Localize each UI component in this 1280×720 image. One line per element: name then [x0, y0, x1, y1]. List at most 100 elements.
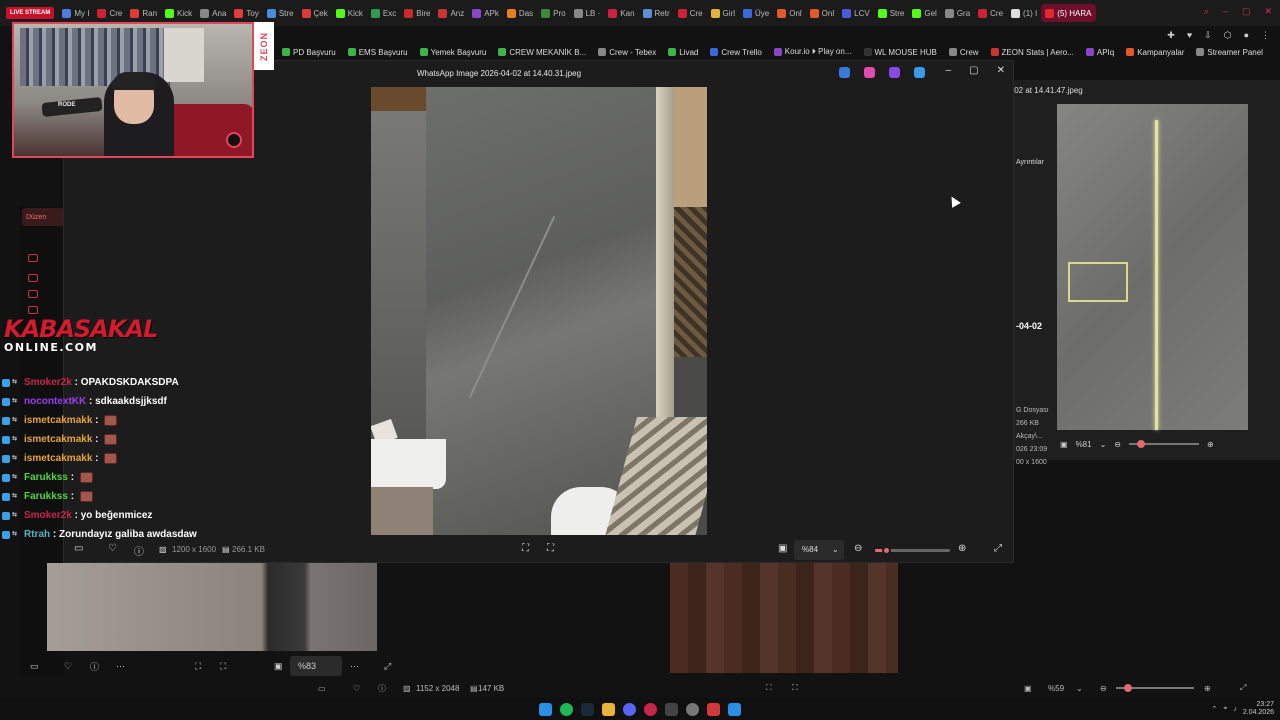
bookmark-item[interactable]: EMS Başvuru — [347, 48, 408, 57]
chat-username[interactable]: Smoker2k — [24, 510, 72, 521]
more-icon[interactable]: ⋯ — [116, 661, 125, 672]
browser-tab[interactable]: Stre — [874, 0, 909, 26]
browser-tab[interactable]: Retr — [639, 0, 674, 26]
browser-tab[interactable]: Onl — [806, 0, 838, 26]
zoom-in-icon[interactable]: ⊕ — [1204, 684, 1211, 693]
menu-icon[interactable]: ⋮ — [1261, 30, 1270, 41]
bookmark-item[interactable]: Livad — [668, 48, 698, 57]
panel-icon[interactable] — [28, 290, 38, 298]
steam-icon[interactable] — [581, 702, 594, 716]
discord-icon[interactable] — [623, 702, 636, 716]
select-icon[interactable]: ⛶ — [220, 661, 226, 672]
app-icon[interactable] — [686, 702, 699, 716]
chat-username[interactable]: Smoker2k — [24, 377, 72, 388]
profile-icon[interactable]: ● — [1244, 30, 1249, 40]
filmstrip-icon[interactable]: ▭ — [318, 684, 326, 693]
chevron-down-icon[interactable]: ⌄ — [832, 545, 839, 554]
bookmark-item[interactable]: Crew - Tebex — [598, 48, 656, 57]
zoom-in-icon[interactable]: ⊕ — [1207, 440, 1214, 449]
fit-icon[interactable]: ▣ — [1060, 440, 1068, 449]
bookmark-item[interactable]: Crew Trello — [710, 48, 762, 57]
browser-tab[interactable]: Kan — [604, 0, 638, 26]
draw-app-icon[interactable] — [864, 67, 875, 78]
info-icon[interactable]: ⓘ — [90, 660, 99, 673]
heart-icon[interactable]: ♥ — [1187, 30, 1192, 40]
bookmark-item[interactable]: Streamer Panel — [1196, 48, 1263, 57]
browser-tab[interactable]: Çek — [298, 0, 332, 26]
browser-tab[interactable]: Exc — [367, 0, 400, 26]
chat-username[interactable]: ismetcakmakk — [24, 415, 92, 426]
network-icon[interactable]: ⌖ — [1223, 705, 1227, 713]
browser-tab[interactable]: APk — [468, 0, 503, 26]
zoom-slider[interactable] — [1128, 440, 1199, 448]
zoom-out-icon[interactable]: ⊖ — [1114, 440, 1121, 449]
panel-icon[interactable] — [28, 274, 38, 282]
app-icon[interactable] — [707, 702, 720, 716]
clock[interactable]: 23:27 2.04.2026 — [1243, 701, 1274, 717]
zoom-level[interactable]: %83 — [290, 656, 342, 676]
minimize-button[interactable]: – — [1223, 6, 1228, 17]
bookmark-icon[interactable]: ✚ — [1167, 30, 1175, 41]
chevron-down-icon[interactable]: ⌄ — [1100, 440, 1107, 449]
browser-tab[interactable]: Gra — [941, 0, 974, 26]
details-tab[interactable]: Ayrıntılar — [1016, 159, 1044, 166]
crop-icon[interactable]: ⛶ — [522, 543, 529, 554]
search-tabs-icon[interactable]: ⌕ — [1204, 6, 1209, 17]
zoom-slider[interactable] — [875, 546, 950, 555]
bookmark-item[interactable]: PD Başvuru — [282, 48, 336, 57]
select-icon[interactable]: ⛶ — [792, 683, 798, 693]
chevron-down-icon[interactable]: ⌄ — [1076, 684, 1083, 693]
chat-username[interactable]: Farukkss — [24, 491, 68, 502]
filmstrip-icon[interactable]: ▭ — [74, 543, 83, 554]
onedrive-icon[interactable] — [914, 67, 925, 78]
info-icon[interactable]: ⓘ — [134, 543, 144, 558]
fit-icon[interactable]: ▣ — [274, 661, 283, 672]
close-button[interactable]: ✕ — [1264, 6, 1272, 17]
crop-icon[interactable]: ⛶ — [766, 683, 772, 693]
chat-username[interactable]: Farukkss — [24, 472, 68, 483]
browser-tab[interactable]: (1) I — [1007, 0, 1041, 26]
info-icon[interactable]: ⓘ — [378, 683, 386, 694]
panel-icon[interactable] — [28, 306, 38, 314]
bookmark-item[interactable]: Kour.io ⏵ Play on... — [773, 47, 852, 57]
browser-tab[interactable]: LB · — [570, 0, 605, 26]
browser-tab[interactable]: Kick — [332, 0, 367, 26]
zoom-slider[interactable] — [1116, 684, 1194, 692]
chat-username[interactable]: Rtrah — [24, 529, 50, 540]
browser-tab[interactable]: Das — [503, 0, 537, 26]
browser-tab[interactable]: Girl — [707, 0, 739, 26]
bookmark-item[interactable]: Yemek Başvuru — [419, 48, 486, 57]
bookmark-item[interactable]: Kampanyalar — [1126, 48, 1184, 57]
zoom-out-icon[interactable]: ⊖ — [1100, 684, 1107, 693]
photos-icon[interactable] — [728, 702, 741, 716]
zoom-in-icon[interactable]: ⊕ — [958, 543, 966, 554]
edit-app-icon[interactable] — [839, 67, 850, 78]
fit-icon[interactable]: ▣ — [778, 543, 787, 554]
browser-tab[interactable]: Cre — [974, 0, 1007, 26]
maximize-button[interactable]: ▢ — [1242, 6, 1251, 17]
filmstrip-icon[interactable]: ▭ — [30, 661, 39, 672]
browser-tab[interactable]: Gel — [908, 0, 940, 26]
clipchamp-icon[interactable] — [889, 67, 900, 78]
live-stream-badge[interactable]: LIVE STREAM — [6, 7, 55, 19]
file-explorer-icon[interactable] — [602, 702, 615, 716]
maximize-button[interactable]: ▢ — [969, 65, 978, 76]
spotify-icon[interactable] — [560, 702, 573, 716]
close-button[interactable]: ✕ — [997, 65, 1005, 76]
chevron-up-icon[interactable]: ⌃ — [1212, 705, 1218, 713]
more-icon[interactable]: ⋯ — [350, 661, 359, 672]
download-icon[interactable]: ⇩ — [1204, 30, 1212, 41]
browser-tab[interactable]: (5) HARA — [1041, 4, 1096, 22]
heart-icon[interactable]: ♡ — [353, 684, 360, 693]
edit-tab[interactable]: Düzen — [22, 208, 64, 226]
chat-username[interactable]: ismetcakmakk — [24, 434, 92, 445]
browser-tab[interactable]: Onl — [773, 0, 805, 26]
browser-tab[interactable]: Anz — [434, 0, 468, 26]
browser-tab[interactable]: Pro — [537, 0, 569, 26]
zoom-slider-knob[interactable] — [882, 546, 892, 555]
start-icon[interactable] — [539, 702, 552, 716]
chat-username[interactable]: ismetcakmakk — [24, 453, 92, 464]
chat-username[interactable]: nocontextKK — [24, 396, 86, 407]
select-icon[interactable]: ⛶ — [547, 543, 554, 554]
bookmark-item[interactable]: Crew — [948, 48, 979, 57]
